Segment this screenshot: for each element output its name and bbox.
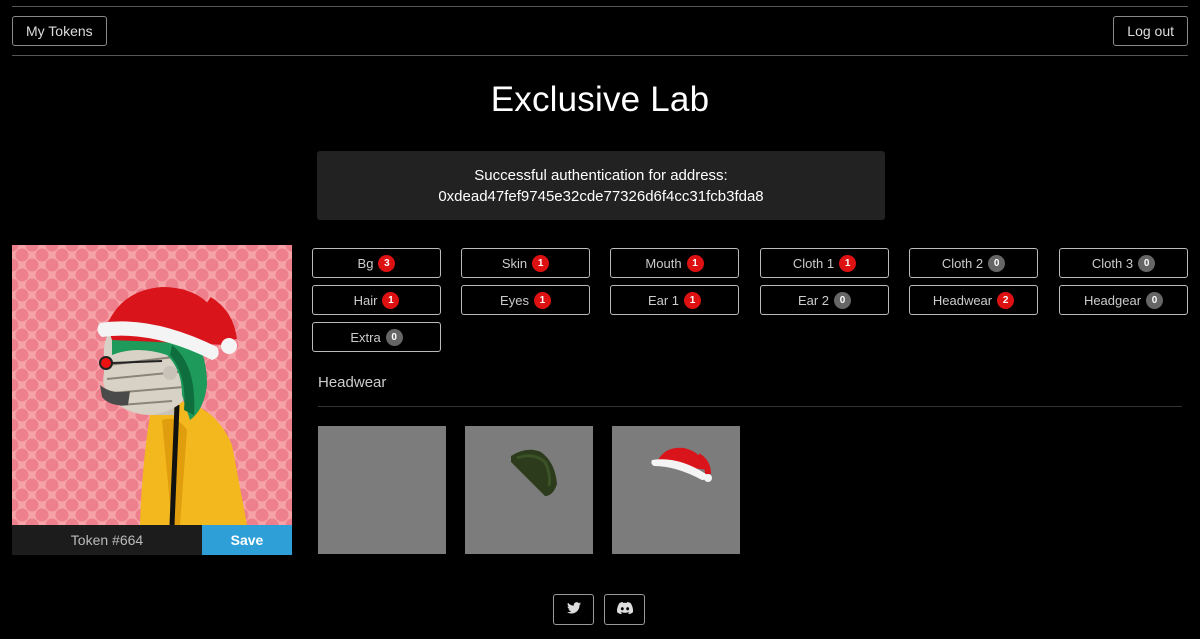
trait-label: Extra <box>350 329 381 345</box>
trait-cloth-1-button[interactable]: Cloth 11 <box>760 248 889 278</box>
trait-label: Mouth <box>645 255 682 271</box>
headwear-option-empty[interactable] <box>318 426 446 554</box>
trait-label: Hair <box>353 292 378 308</box>
auth-status-panel: Successful authentication for address: 0… <box>317 151 885 220</box>
trait-count-badge: 1 <box>684 291 702 309</box>
discord-icon <box>616 601 633 619</box>
top-divider <box>12 6 1188 7</box>
trait-count-badge: 1 <box>532 254 550 272</box>
trait-hair-button[interactable]: Hair 1 <box>312 285 441 315</box>
trait-headgear-button[interactable]: Headgear 0 <box>1059 285 1188 315</box>
trait-label: Cloth 3 <box>1091 255 1134 271</box>
trait-count-badge: 3 <box>378 254 396 272</box>
trait-cloth-2-button[interactable]: Cloth 20 <box>909 248 1038 278</box>
twitter-button[interactable] <box>553 594 594 625</box>
trait-label: Skin <box>501 255 528 271</box>
save-button[interactable]: Save <box>202 525 292 555</box>
trait-count-badge: 0 <box>834 291 852 309</box>
trait-ear-1-button[interactable]: Ear 11 <box>610 285 739 315</box>
discord-button[interactable] <box>604 594 645 625</box>
trait-count-badge: 1 <box>382 291 400 309</box>
auth-message: Successful authentication for address: <box>474 167 728 184</box>
trait-count-badge: 1 <box>686 254 704 272</box>
trait-extra-button[interactable]: Extra 0 <box>312 322 441 352</box>
page-title: Exclusive Lab <box>490 80 710 119</box>
auth-address: 0xdead47fef9745e32cde77326d6f4cc31fcb3fd… <box>438 188 764 205</box>
section-divider <box>318 406 1182 407</box>
trait-label: Cloth 2 <box>941 255 984 271</box>
trait-skin-button[interactable]: Skin 1 <box>461 248 590 278</box>
trait-count-badge: 0 <box>988 254 1006 272</box>
logout-button[interactable]: Log out <box>1113 16 1188 46</box>
trait-ear-2-button[interactable]: Ear 20 <box>760 285 889 315</box>
trait-headwear-button[interactable]: Headwear 2 <box>909 285 1038 315</box>
trait-label: Ear 1 <box>647 292 680 308</box>
token-id-label: Token #664 <box>12 525 202 555</box>
trait-mouth-button[interactable]: Mouth 1 <box>610 248 739 278</box>
token-bar: Token #664 Save <box>12 525 292 555</box>
trait-label: Eyes <box>500 292 529 308</box>
trait-bg-button[interactable]: Bg 3 <box>312 248 441 278</box>
trait-label: Cloth 1 <box>792 255 835 271</box>
trait-count-badge: 0 <box>385 328 403 346</box>
trait-label: Ear 2 <box>797 292 830 308</box>
trait-label: Headwear <box>932 292 993 308</box>
trait-cloth-3-button[interactable]: Cloth 30 <box>1059 248 1188 278</box>
trait-count-badge: 0 <box>1146 291 1164 309</box>
section-title: Headwear <box>318 374 387 391</box>
my-tokens-button[interactable]: My Tokens <box>12 16 107 46</box>
trait-label: Headgear <box>1083 292 1142 308</box>
trait-eyes-button[interactable]: Eyes 1 <box>461 285 590 315</box>
headwear-option-green-beanie[interactable] <box>465 426 593 554</box>
trait-count-badge: 1 <box>533 291 551 309</box>
nav-divider <box>12 55 1188 56</box>
trait-label: Bg <box>357 255 374 271</box>
twitter-icon <box>566 601 581 619</box>
trait-count-badge: 2 <box>997 291 1015 309</box>
token-preview-image <box>12 245 292 525</box>
trait-count-badge: 1 <box>839 254 857 272</box>
headwear-option-santa-hat[interactable] <box>612 426 740 554</box>
trait-count-badge: 0 <box>1138 254 1156 272</box>
